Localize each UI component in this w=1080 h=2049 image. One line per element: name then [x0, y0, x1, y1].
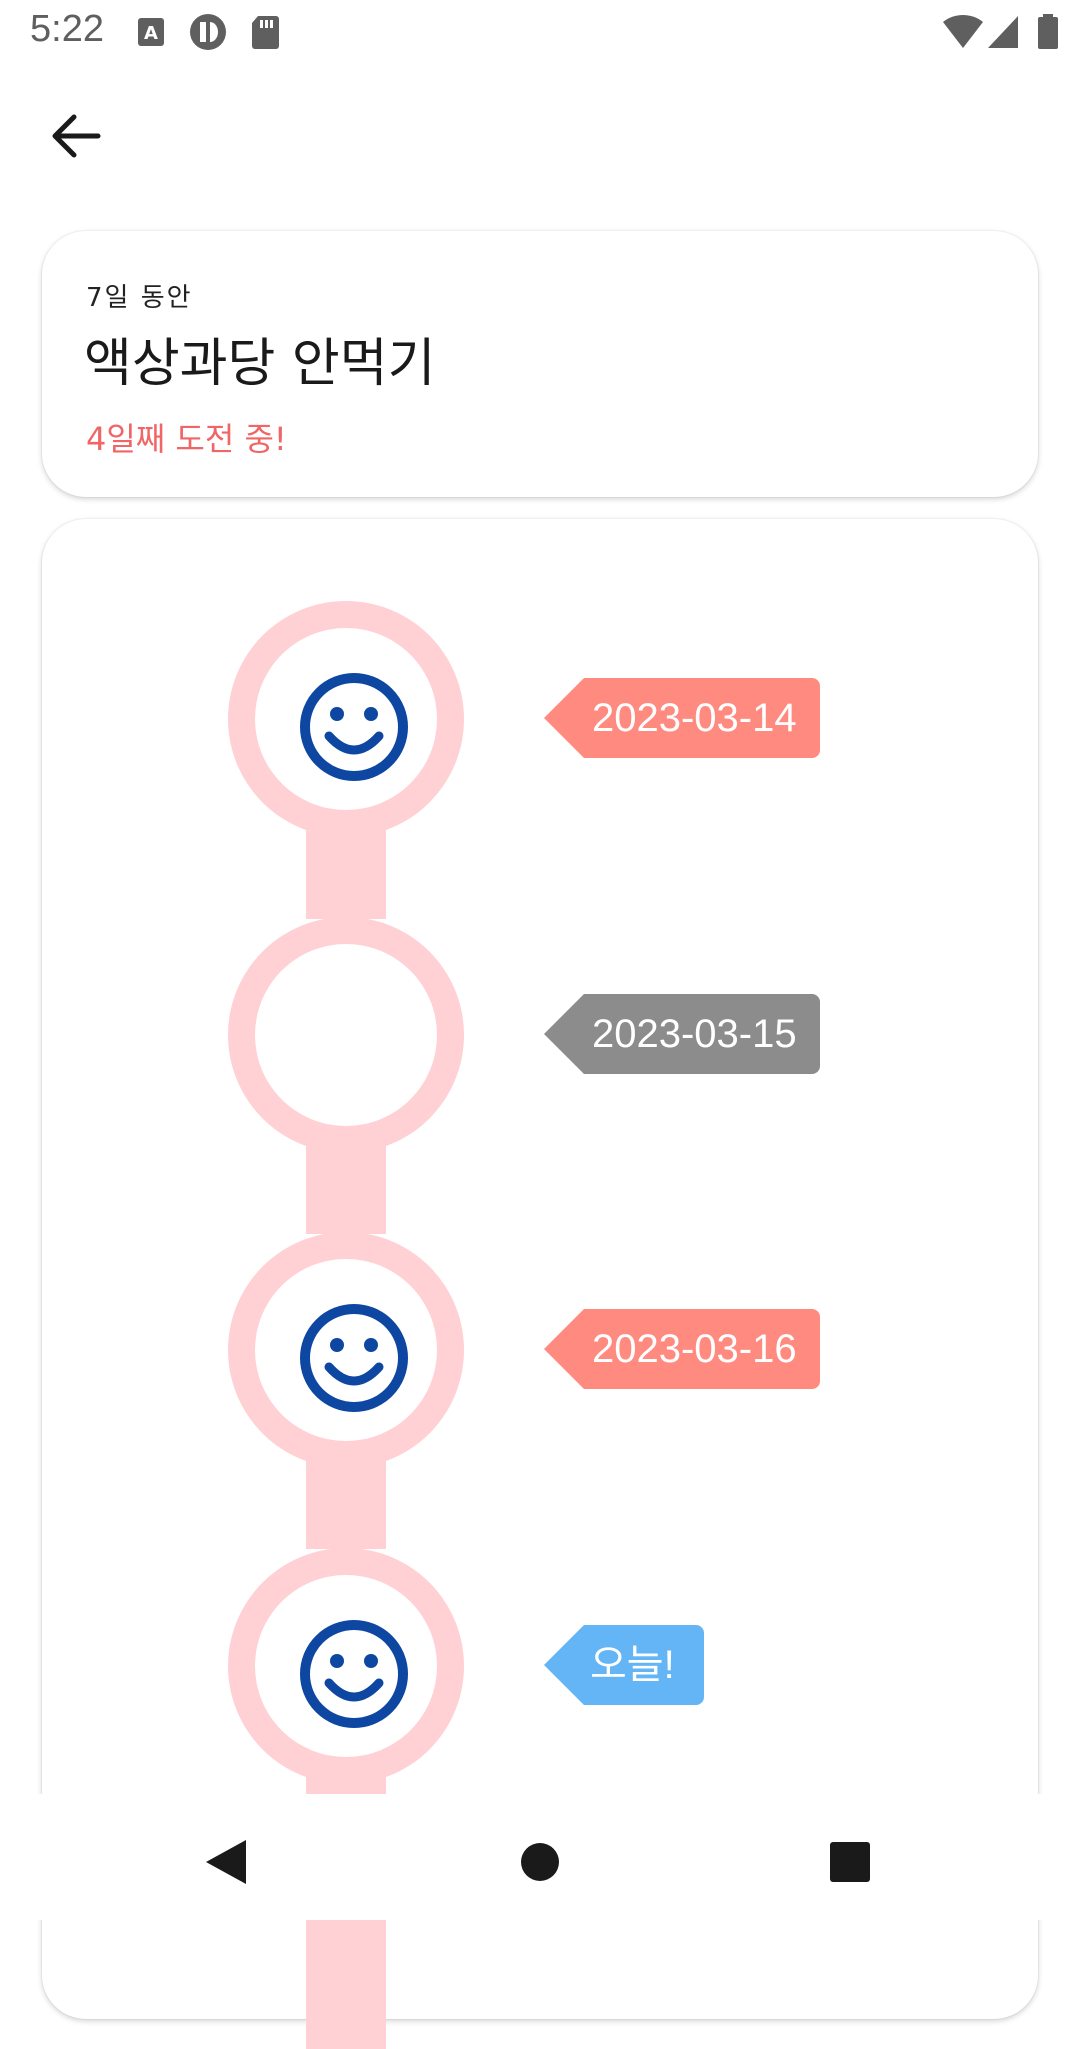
challenge-status: 4일째 도전 중! — [86, 420, 287, 458]
date-tag-label: 2023-03-14 — [592, 696, 797, 740]
timeline-day-marker — [228, 601, 464, 837]
date-tag: 2023-03-15 — [544, 994, 820, 1074]
challenge-duration: 7일 동안 — [86, 283, 193, 313]
today-tag-label: 오늘! — [590, 1643, 675, 1687]
battery-icon — [1038, 14, 1058, 49]
smiley-icon — [300, 1620, 408, 1728]
arrow-back-icon — [52, 114, 101, 158]
home-circle-icon[interactable] — [500, 1822, 580, 1902]
challenge-title: 액상과당 안먹기 — [84, 334, 436, 394]
app-notification-icon — [190, 14, 226, 50]
status-bar: 5:22 A — [0, 0, 1080, 64]
date-tag-label: 2023-03-16 — [592, 1327, 797, 1371]
signal-icon — [988, 16, 1018, 48]
timeline-day-marker — [228, 917, 464, 1153]
smiley-icon — [300, 1304, 408, 1412]
keyboard-a-icon: A — [138, 18, 164, 46]
challenge-card: 7일 동안 액상과당 안먹기 4일째 도전 중! — [42, 231, 1038, 497]
recents-square-icon[interactable] — [810, 1822, 890, 1902]
navigation-bar — [0, 1794, 1080, 1920]
date-tag-label: 2023-03-15 — [592, 1012, 797, 1056]
svg-text:A: A — [144, 23, 158, 44]
status-time: 5:22 — [30, 8, 104, 50]
timeline-day-marker — [228, 1548, 464, 1784]
date-tag: 2023-03-16 — [544, 1309, 820, 1389]
back-button[interactable] — [40, 100, 112, 172]
smiley-icon — [300, 673, 408, 781]
back-triangle-icon[interactable] — [186, 1822, 266, 1902]
timeline-day-marker — [228, 1232, 464, 1468]
wifi-icon — [943, 14, 983, 49]
date-tag: 2023-03-14 — [544, 678, 820, 758]
sd-card-icon — [252, 16, 279, 49]
today-tag: 오늘! — [544, 1625, 704, 1705]
